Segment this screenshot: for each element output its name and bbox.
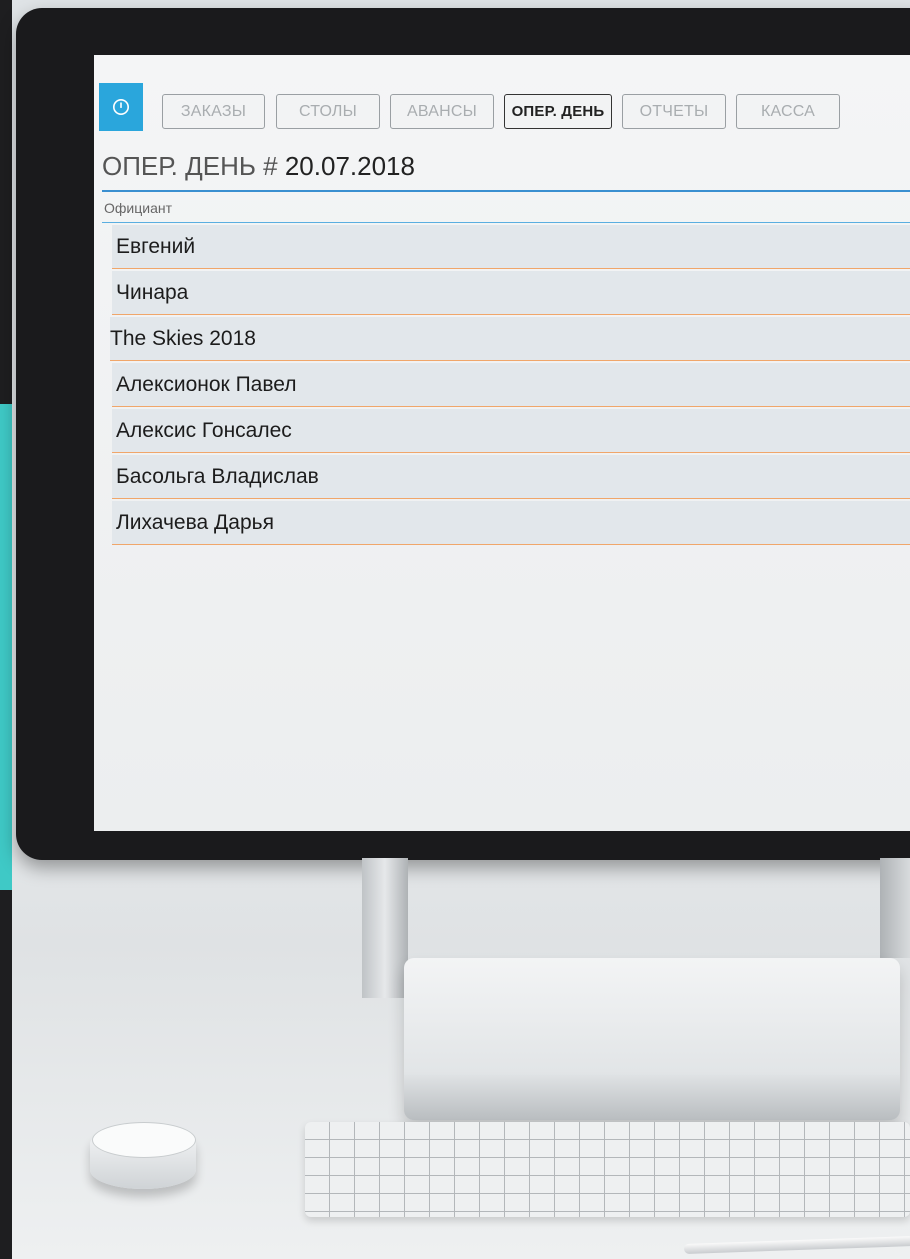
page-title-date: 20.07.2018 (284, 151, 415, 181)
list-item[interactable]: The Skies 2018 (110, 317, 910, 361)
waiter-list: Евгений Чинара The Skies 2018 Алексионок… (110, 225, 910, 547)
list-item[interactable]: Алексионок Павел (112, 363, 910, 407)
column-header-waiter[interactable]: Официант (102, 193, 910, 223)
list-item[interactable]: Басольга Владислав (112, 455, 910, 499)
list-item[interactable]: Алексис Гонсалес (112, 409, 910, 453)
list-item[interactable]: Евгений (112, 225, 910, 269)
title-divider (102, 190, 910, 192)
power-button[interactable] (99, 83, 143, 131)
monitor-stand-right (880, 858, 910, 958)
monitor-bezel: ЗАКАЗЫ СТОЛЫ АВАНСЫ ОПЕР. ДЕНЬ ОТЧЕТЫ КА… (16, 8, 910, 860)
tab-advances[interactable]: АВАНСЫ (390, 94, 494, 129)
tab-orders[interactable]: ЗАКАЗЫ (162, 94, 265, 129)
keyboard (305, 1122, 910, 1217)
monitor-base-lip (404, 1075, 900, 1120)
tab-tables[interactable]: СТОЛЫ (276, 94, 380, 129)
monitor-stand-left (362, 858, 408, 998)
power-icon (112, 98, 130, 116)
left-accent-bar (0, 404, 12, 890)
list-item[interactable]: Лихачева Дарья (112, 501, 910, 545)
tab-oper-day[interactable]: ОПЕР. ДЕНЬ (504, 94, 612, 129)
page-title: ОПЕР. ДЕНЬ # 20.07.2018 (102, 151, 415, 182)
surface-dial-top (92, 1122, 196, 1158)
page-title-prefix: ОПЕР. ДЕНЬ # (102, 151, 278, 181)
tab-cash[interactable]: КАССА (736, 94, 840, 129)
list-item[interactable]: Чинара (112, 271, 910, 315)
app-screen: ЗАКАЗЫ СТОЛЫ АВАНСЫ ОПЕР. ДЕНЬ ОТЧЕТЫ КА… (94, 55, 910, 831)
tab-reports[interactable]: ОТЧЕТЫ (622, 94, 726, 129)
